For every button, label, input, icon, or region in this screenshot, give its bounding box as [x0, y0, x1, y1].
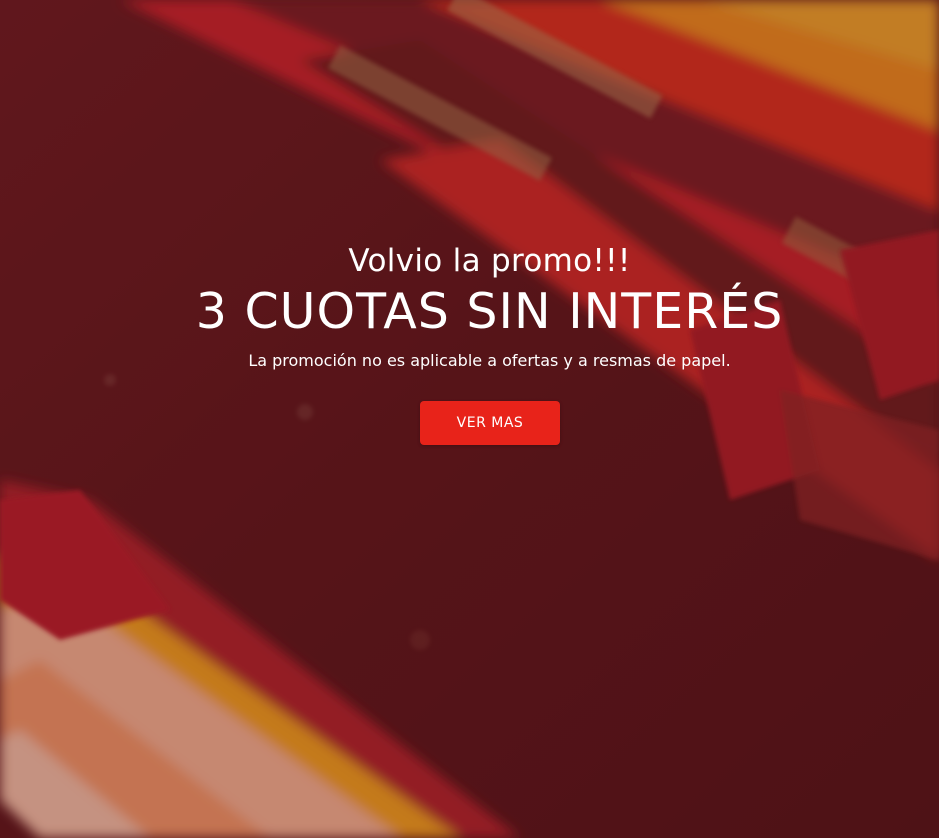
hero-pre-title: Volvio la promo!!!	[348, 243, 631, 279]
hero-subtitle: La promoción no es aplicable a ofertas y…	[248, 351, 731, 370]
hero-title: 3 CUOTAS SIN INTERÉS	[195, 283, 784, 340]
hero-banner: Volvio la promo!!! 3 CUOTAS SIN INTERÉS …	[0, 0, 939, 838]
hero-content: Volvio la promo!!! 3 CUOTAS SIN INTERÉS …	[0, 0, 939, 838]
ver-mas-button[interactable]: VER MAS	[420, 401, 560, 445]
